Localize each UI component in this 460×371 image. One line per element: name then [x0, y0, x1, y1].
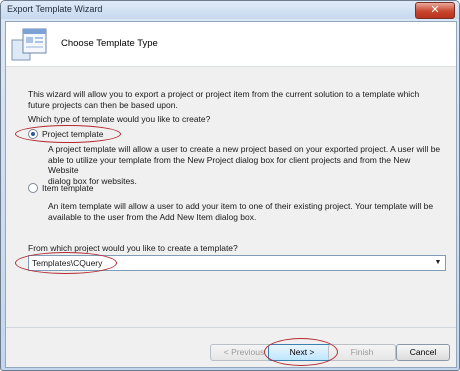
next-button[interactable]: Next > [268, 344, 336, 361]
intro-text: This wizard will allow you to export a p… [28, 89, 438, 110]
wizard-footer: < Previous Next > Finish Cancel [6, 328, 456, 367]
project-template-radio[interactable] [28, 129, 38, 139]
template-type-question: Which type of template would you like to… [28, 114, 211, 124]
finish-button[interactable]: Finish [328, 344, 396, 361]
item-template-option[interactable]: Item template [28, 183, 94, 193]
project-select[interactable]: Templates\CQuery ▼ [28, 255, 446, 271]
close-button[interactable]: ✕ [415, 2, 455, 19]
page-title: Choose Template Type [61, 38, 158, 49]
close-icon: ✕ [430, 4, 440, 16]
project-source-question: From which project would you like to cre… [28, 243, 238, 253]
intro-line: This wizard will allow you to export a p… [28, 89, 420, 99]
cancel-button[interactable]: Cancel [396, 344, 450, 361]
project-template-option[interactable]: Project template [28, 129, 103, 139]
export-template-wizard-window: Export Template Wizard ✕ Choose Template… [0, 0, 460, 371]
wizard-body: This wizard will allow you to export a p… [6, 67, 456, 327]
description-line: available to the user from the Add New I… [48, 211, 257, 222]
window-title: Export Template Wizard [7, 4, 103, 14]
description-line: An item template will allow a user to ad… [48, 201, 434, 211]
wizard-client-area: Choose Template Type This wizard will al… [5, 21, 457, 368]
item-template-description: An item template will allow a user to ad… [48, 201, 443, 222]
chevron-down-icon[interactable]: ▼ [431, 256, 445, 270]
item-template-label[interactable]: Item template [42, 183, 94, 193]
description-line: able to utilize your template from the N… [48, 154, 411, 176]
wizard-header: Choose Template Type [6, 22, 456, 67]
project-template-description: A project template will allow a user to … [48, 144, 443, 186]
intro-line: future projects can then be based upon. [28, 99, 178, 110]
wizard-icon [11, 28, 47, 61]
item-template-radio[interactable] [28, 183, 38, 193]
project-template-label[interactable]: Project template [42, 129, 103, 139]
description-line: dialog box for websites. [48, 175, 137, 186]
project-select-value: Templates\CQuery [32, 258, 103, 268]
title-bar: Export Template Wizard ✕ [1, 1, 459, 19]
description-line: A project template will allow a user to … [48, 144, 441, 154]
